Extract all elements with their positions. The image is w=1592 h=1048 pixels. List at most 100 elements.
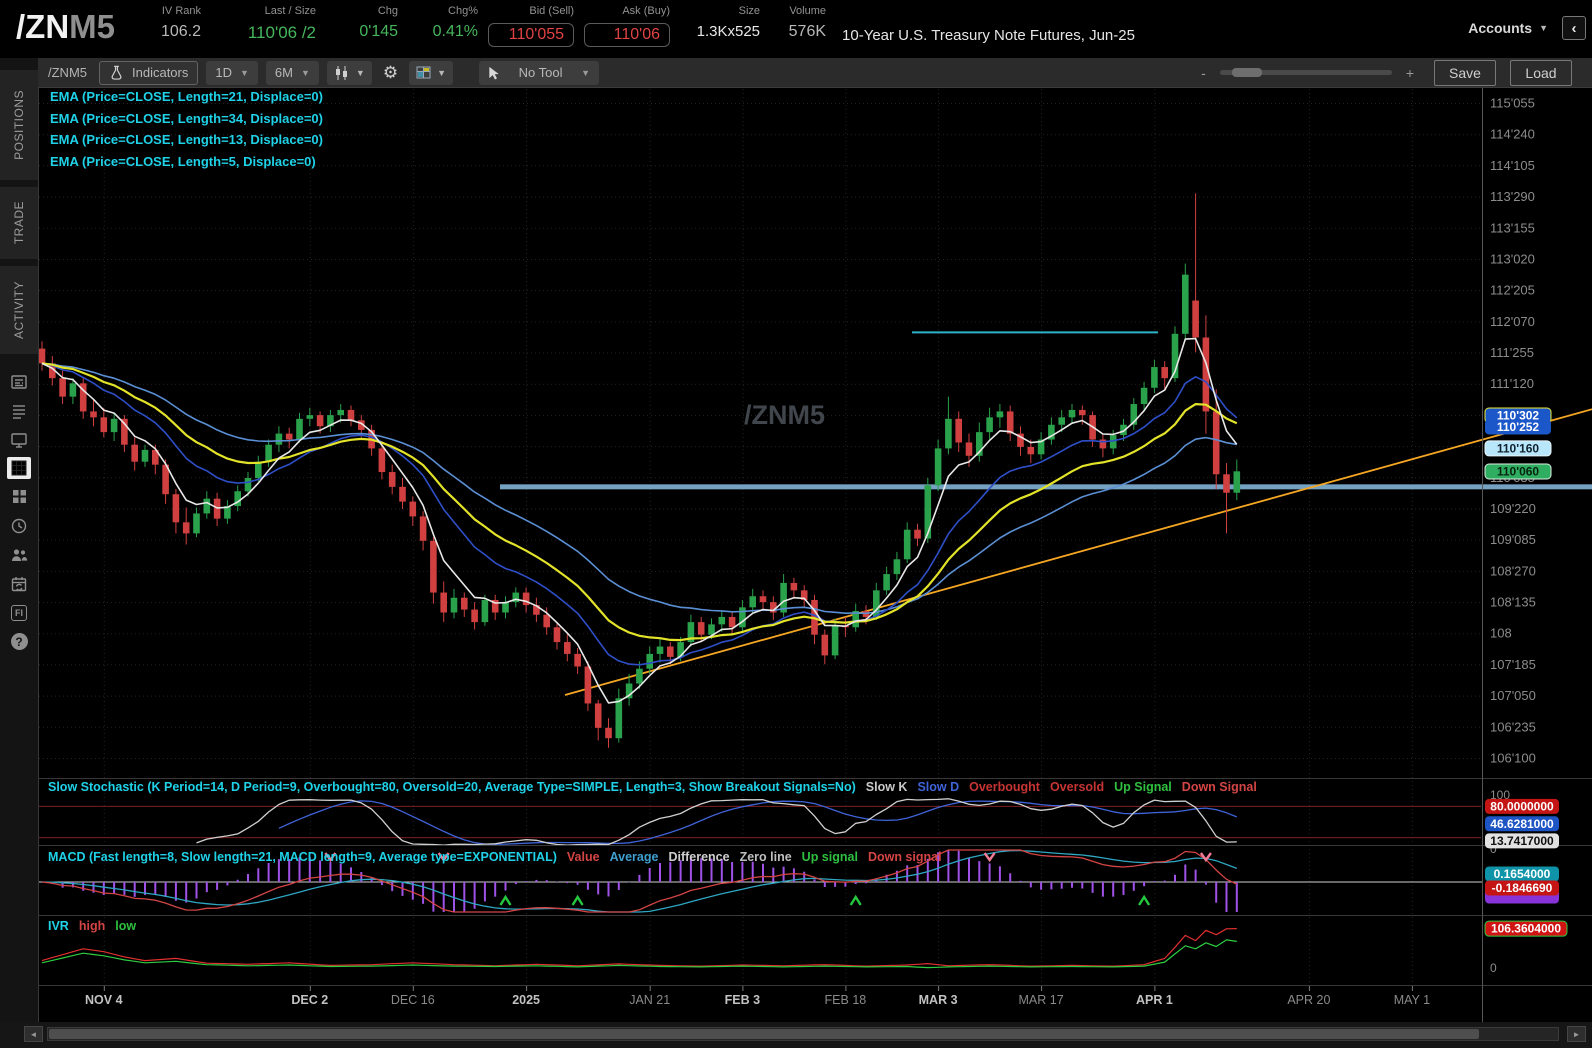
candle <box>656 646 664 654</box>
field-label: Last / Size <box>264 5 317 17</box>
price-badge: -0.1846690 <box>1485 880 1559 896</box>
candle <box>790 582 798 591</box>
svg-text:113'020: 113'020 <box>1490 251 1535 266</box>
candle <box>502 602 509 613</box>
price-badge: 46.6281000 <box>1485 816 1559 832</box>
candle <box>708 624 715 635</box>
svg-text:-0.1846690: -0.1846690 <box>1492 881 1553 895</box>
scrollbar-thumb[interactable] <box>49 1029 1479 1039</box>
lower-studies <box>38 798 1482 969</box>
indicators-label: Indicators <box>132 65 189 80</box>
zoom-slider[interactable] <box>1219 68 1392 77</box>
svg-text:114'105: 114'105 <box>1490 158 1535 173</box>
tab-label: TRADE <box>12 201 26 245</box>
candle <box>481 599 489 623</box>
tab-activity[interactable]: ACTIVITY <box>0 266 38 354</box>
news-button[interactable] <box>0 367 38 396</box>
monitor-icon <box>11 432 27 448</box>
up-signal-arrow <box>571 894 584 906</box>
chart-type-dropdown[interactable]: ▼ <box>326 60 372 85</box>
chevron-left-icon: ‹ <box>1571 19 1577 37</box>
zoom-slider-thumb[interactable] <box>1231 68 1262 77</box>
study-label[interactable]: EMA (Price=CLOSE, Length=5, Displace=0) <box>50 154 323 176</box>
candle <box>255 461 262 478</box>
candle <box>1161 367 1168 379</box>
range-dropdown[interactable]: 6M ▼ <box>265 60 319 85</box>
charts-button-active[interactable] <box>7 457 31 479</box>
svg-text:111'255: 111'255 <box>1490 345 1534 360</box>
accounts-dropdown[interactable]: Accounts ▼ <box>1468 20 1548 36</box>
candle <box>594 703 602 728</box>
tab-trade[interactable]: TRADE <box>0 187 38 259</box>
chart-toolbar: /ZNM5 Indicators 1D ▼ 6M ▼ ▼ ⚙ ▼ No Tool… <box>38 58 1592 88</box>
community-button[interactable] <box>0 540 38 569</box>
load-button[interactable]: Load <box>1510 59 1572 86</box>
field-bid: Bid (Sell) 110'055 <box>488 5 575 47</box>
candle <box>584 666 592 704</box>
candlestick-icon <box>335 65 347 80</box>
ivr-title[interactable]: IVR <box>48 919 69 933</box>
candle <box>914 529 921 539</box>
ask-button[interactable]: 110'06 <box>584 23 671 47</box>
macd-title[interactable]: MACD (Fast length=8, Slow length=21, MAC… <box>48 850 557 864</box>
candle <box>131 444 138 462</box>
price-badge: 110'060 <box>1484 463 1552 480</box>
timeframe-dropdown[interactable]: 1D ▼ <box>206 60 258 85</box>
collapse-panel-button[interactable]: ‹ <box>1562 16 1586 40</box>
calendar-button[interactable] <box>0 569 38 598</box>
bid-button[interactable]: 110'055 <box>488 23 575 47</box>
candle <box>285 433 293 440</box>
svg-text:110'252: 110'252 <box>1497 420 1540 434</box>
help-button[interactable]: ? <box>0 627 38 656</box>
toolbar-symbol: /ZNM5 <box>48 65 87 80</box>
scrollbar-track[interactable] <box>47 1027 1559 1041</box>
legend-item: high <box>78 919 106 933</box>
tab-positions[interactable]: POSITIONS <box>0 70 38 180</box>
study-label[interactable]: EMA (Price=CLOSE, Length=21, Displace=0) <box>50 89 323 111</box>
svg-text:0.1654000: 0.1654000 <box>1494 867 1551 881</box>
legend-item: Down Signal <box>1181 780 1257 794</box>
indicators-button[interactable]: Indicators <box>99 60 199 85</box>
field-iv-rank: IV Rank 106.2 <box>131 5 201 41</box>
scroll-left-button[interactable]: ◄ <box>24 1026 43 1042</box>
monitor-button[interactable] <box>0 425 38 454</box>
save-button[interactable]: Save <box>1434 59 1496 86</box>
study-label[interactable]: EMA (Price=CLOSE, Length=34, Displace=0) <box>50 111 323 133</box>
candle <box>296 418 303 440</box>
legend-item: Average <box>609 850 659 864</box>
candle <box>636 668 643 684</box>
history-button[interactable] <box>0 511 38 540</box>
symbol-root: /ZN <box>16 8 70 45</box>
x-axis-label: DEC 2 <box>291 993 328 1007</box>
study-labels: EMA (Price=CLOSE, Length=21, Displace=0)… <box>50 89 323 175</box>
candle <box>110 418 118 433</box>
candle <box>244 477 252 492</box>
price-badge: 0.1654000 <box>1485 866 1559 882</box>
scroll-right-button[interactable]: ► <box>1567 1026 1586 1042</box>
candle <box>430 540 437 593</box>
field-volume: Volume 576K <box>770 5 826 41</box>
candle <box>69 383 77 397</box>
drawing-tool-dropdown[interactable]: No Tool ▼ <box>479 60 599 85</box>
study-label[interactable]: EMA (Price=CLOSE, Length=13, Displace=0) <box>50 132 323 154</box>
field-label: IV Rank <box>161 5 202 17</box>
field-ask: Ask (Buy) 110'06 <box>584 5 671 47</box>
candle <box>697 622 705 635</box>
field-label: Bid (Sell) <box>529 5 575 17</box>
stochastic-title[interactable]: Slow Stochastic (K Period=14, D Period=9… <box>48 780 856 794</box>
svg-text:46.6281000: 46.6281000 <box>1490 817 1554 831</box>
grid-layout-dropdown[interactable]: ▼ <box>409 60 453 85</box>
fixed-income-button[interactable]: FI <box>0 598 38 627</box>
chart-settings-button[interactable]: ⚙ <box>380 63 401 83</box>
trend-line[interactable] <box>564 408 1592 696</box>
arrow-right-icon: ► <box>1572 1029 1581 1039</box>
watchlist-button[interactable] <box>0 396 38 425</box>
zoom-out-button[interactable]: - <box>1195 65 1212 81</box>
apps-button[interactable] <box>0 482 38 511</box>
candle <box>337 409 344 416</box>
zoom-in-button[interactable]: + <box>1400 65 1420 81</box>
field-value: 110'06 /2 <box>247 23 317 42</box>
svg-text:0: 0 <box>1490 961 1497 975</box>
candle <box>759 596 767 603</box>
svg-text:115'055: 115'055 <box>1490 96 1535 111</box>
